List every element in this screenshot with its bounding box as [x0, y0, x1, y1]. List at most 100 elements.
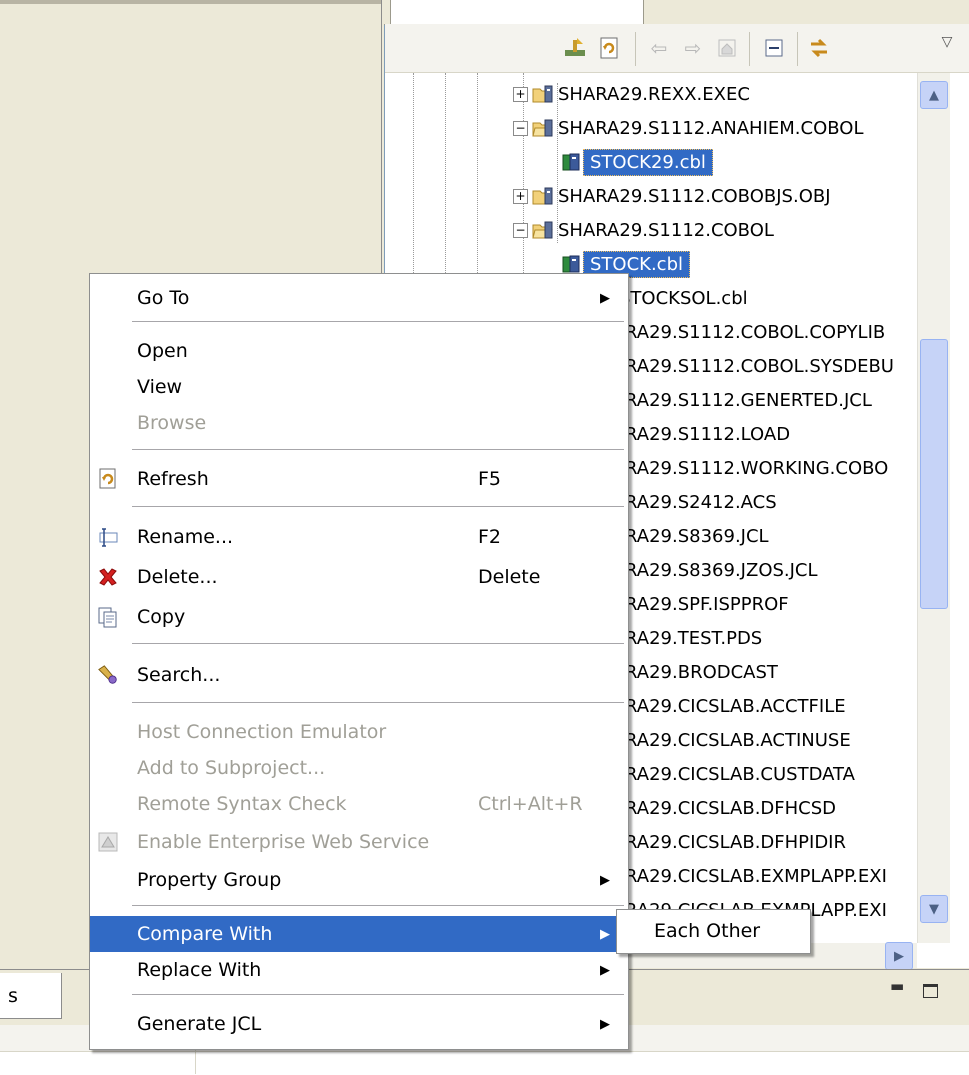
menu-item-view[interactable]: View	[90, 369, 626, 405]
tree-item[interactable]: STOCK29.cbl	[561, 145, 713, 179]
tree-item[interactable]: RA29.CICSLAB.DFHPIDIR	[625, 825, 846, 859]
menu-item-label: Refresh	[137, 468, 209, 490]
menu-item-label: Property Group	[137, 869, 282, 891]
menu-item-open[interactable]: Open	[90, 333, 626, 369]
menu-separator	[132, 994, 624, 995]
rename-icon	[97, 526, 119, 548]
tree-item-label: SHARA29.REXX.EXEC	[558, 83, 750, 105]
tree-item[interactable]: RA29.S1112.COBOL.SYSDEBU	[625, 349, 894, 383]
tree-item-label: RA29.S1112.LOAD	[625, 423, 791, 445]
tree-item-label: RA29.SPF.ISPPROF	[625, 593, 789, 615]
menu-item-label: Remote Syntax Check	[137, 793, 347, 815]
view-toolbar: ⇦ ⇨ ▽	[385, 24, 969, 73]
tree-item[interactable]: RA29.S1112.WORKING.COBO	[625, 451, 888, 485]
menu-item-host-connection-emulator[interactable]: Host Connection Emulator	[90, 714, 626, 750]
tree-item[interactable]: RA29.BRODCAST	[625, 655, 778, 689]
delete-icon	[97, 566, 119, 588]
tree-item[interactable]: RA29.TEST.PDS	[625, 621, 762, 655]
tree-item-label: SHARA29.S1112.COBOBJS.OBJ	[558, 185, 831, 207]
bottom-panel-tab[interactable]: s	[0, 973, 62, 1019]
menu-item-label: Compare With	[137, 923, 273, 945]
collapse-icon[interactable]: −	[513, 222, 528, 238]
scroll-right-icon[interactable]: ▶	[885, 942, 913, 970]
tree-item[interactable]: − SHARA29.S1112.COBOL	[513, 213, 774, 247]
tree-item[interactable]: RA29.CICSLAB.ACCTFILE	[625, 689, 846, 723]
scroll-down-icon[interactable]: ▼	[920, 895, 948, 923]
link-with-editor-icon[interactable]	[805, 34, 833, 62]
menu-item-property-group[interactable]: Property Group ▶	[90, 862, 626, 898]
expand-icon[interactable]: +	[513, 86, 528, 102]
tree-item-label: RA29.CICSLAB.ACCTFILE	[625, 695, 846, 717]
menu-item-compare-with[interactable]: Compare With ▶	[90, 916, 626, 952]
scroll-up-icon[interactable]: ▲	[920, 81, 948, 109]
vertical-scrollbar[interactable]: ▲ ▼	[917, 73, 950, 943]
tree-item[interactable]: STOCKSOL.cbl	[619, 281, 748, 315]
tree-item[interactable]: RA29.S1112.GENERTED.JCL	[625, 383, 872, 417]
menu-item-generate-jcl[interactable]: Generate JCL ▶	[90, 1006, 626, 1042]
menu-item-label: View	[137, 376, 183, 398]
menu-item-shortcut: F5	[478, 468, 502, 490]
tree-item-label: RA29.CICSLAB.DFHCSD	[625, 797, 837, 819]
tree-item-label: RA29.S1112.COBOL.SYSDEBU	[625, 355, 894, 377]
menu-item-enable-web-service[interactable]: Enable Enterprise Web Service	[90, 824, 626, 860]
submenu-arrow-icon: ▶	[600, 1016, 610, 1032]
menu-item-label: Copy	[137, 606, 186, 628]
menu-item-search[interactable]: Search...	[90, 657, 626, 693]
tree-item[interactable]: − SHARA29.S1112.ANAHIEM.COBOL	[513, 111, 863, 145]
tree-item[interactable]: RA29.S1112.LOAD	[625, 417, 790, 451]
collapse-icon[interactable]: −	[513, 120, 528, 136]
menu-item-delete[interactable]: Delete... Delete	[90, 559, 626, 595]
menu-item-refresh[interactable]: Refresh F5	[90, 461, 626, 497]
tree-item[interactable]: RA29.S2412.ACS	[625, 485, 777, 519]
new-connection-icon[interactable]	[561, 34, 589, 62]
menu-separator	[132, 643, 624, 644]
tree-item-label: SHARA29.S1112.COBOL	[558, 219, 774, 241]
tree-item[interactable]: RA29.SPF.ISPPROF	[625, 587, 789, 621]
menu-item-copy[interactable]: Copy	[90, 599, 626, 635]
search-flashlight-icon	[97, 664, 119, 686]
web-service-icon	[97, 831, 119, 853]
tree-item-label: RA29.CICSLAB.CUSTDATA	[625, 763, 855, 785]
tree-item[interactable]: RA29.S8369.JZOS.JCL	[625, 553, 818, 587]
tree-item[interactable]: RA29.S1112.COBOL.COPYLIB	[625, 315, 885, 349]
menu-item-go-to[interactable]: Go To ▶	[90, 280, 626, 316]
context-menu: Go To ▶ Open View Browse Refresh F5 Rena…	[89, 273, 629, 1050]
scroll-thumb[interactable]	[920, 339, 948, 609]
tree-item-label: STOCKSOL.cbl	[619, 287, 748, 309]
menu-item-rename[interactable]: Rename... F2	[90, 519, 626, 555]
maximize-icon[interactable]	[923, 984, 938, 998]
tree-item-label: RA29.CICSLAB.EXMPLAPP.EXI	[625, 865, 887, 887]
tree-item[interactable]: + SHARA29.S1112.COBOBJS.OBJ	[513, 179, 831, 213]
menu-item-replace-with[interactable]: Replace With ▶	[90, 952, 626, 988]
dataset-open-folder-icon	[532, 119, 554, 137]
view-menu-icon[interactable]: ▽	[933, 28, 961, 56]
menu-item-label: Browse	[137, 412, 207, 434]
tree-item[interactable]: RA29.CICSLAB.EXMPLAPP.EXI	[625, 859, 887, 893]
menu-item-label: Go To	[137, 287, 190, 309]
tree-item[interactable]: RA29.CICSLAB.CUSTDATA	[625, 757, 855, 791]
menu-item-remote-syntax-check[interactable]: Remote Syntax Check Ctrl+Alt+R	[90, 786, 626, 822]
submenu-arrow-icon: ▶	[600, 962, 610, 978]
forward-arrow-icon[interactable]: ⇨	[679, 34, 707, 62]
home-icon[interactable]	[713, 34, 741, 62]
tree-item[interactable]: RA29.CICSLAB.DFHCSD	[625, 791, 836, 825]
minimize-icon[interactable]: ▬	[890, 977, 904, 995]
tree-item[interactable]: RA29.S8369.JCL	[625, 519, 769, 553]
tree-item-label: RA29.S1112.COBOL.COPYLIB	[625, 321, 886, 343]
view-tab[interactable]	[390, 0, 644, 25]
tree-item-label: RA29.CICSLAB.ACTINUSE	[625, 729, 851, 751]
tree-item[interactable]: + SHARA29.REXX.EXEC	[513, 77, 750, 111]
menu-item-label: Rename...	[137, 526, 234, 548]
back-arrow-icon[interactable]: ⇦	[645, 34, 673, 62]
collapse-all-icon[interactable]	[760, 34, 788, 62]
expand-icon[interactable]: +	[513, 188, 528, 204]
submenu-arrow-icon: ▶	[600, 872, 610, 888]
menu-item-label: Open	[137, 340, 188, 362]
tree-item[interactable]: RA29.CICSLAB.ACTINUSE	[625, 723, 851, 757]
submenu-arrow-icon: ▶	[600, 290, 610, 306]
dataset-folder-icon	[532, 85, 554, 103]
refresh-icon[interactable]	[595, 34, 623, 62]
menu-item-each-other[interactable]: Each Other	[654, 920, 760, 942]
menu-item-browse[interactable]: Browse	[90, 405, 626, 441]
menu-item-add-to-subproject[interactable]: Add to Subproject...	[90, 750, 626, 786]
